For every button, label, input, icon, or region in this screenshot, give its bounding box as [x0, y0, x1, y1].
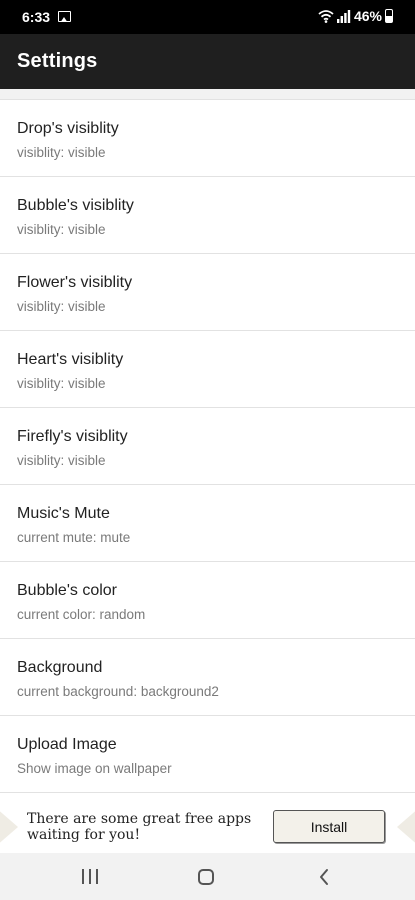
setting-summary: visiblity: visible — [17, 145, 106, 160]
setting-title: Music's Mute — [17, 505, 110, 522]
ad-banner[interactable]: There are some great free apps waiting f… — [0, 801, 415, 853]
setting-summary: visiblity: visible — [17, 376, 106, 391]
ad-decoration — [397, 801, 415, 853]
setting-summary: current background: background2 — [17, 684, 219, 699]
ad-text: There are some great free apps waiting f… — [27, 811, 252, 843]
settings-list: Drop's visiblity visiblity: visible Bubb… — [0, 99, 415, 793]
wifi-icon — [318, 10, 334, 23]
setting-music-mute[interactable]: Music's Mute current mute: mute — [0, 485, 415, 562]
back-icon[interactable] — [318, 868, 332, 886]
app-bar: Settings — [0, 34, 415, 89]
setting-title: Bubble's visiblity — [17, 197, 134, 214]
recent-apps-icon[interactable] — [82, 869, 98, 884]
page-title: Settings — [17, 50, 98, 72]
setting-flower-visibility[interactable]: Flower's visiblity visiblity: visible — [0, 254, 415, 331]
setting-title: Heart's visiblity — [17, 351, 124, 368]
setting-title: Upload Image — [17, 736, 117, 753]
signal-icon — [336, 9, 351, 23]
setting-upload-image[interactable]: Upload Image Show image on wallpaper — [0, 716, 415, 793]
setting-heart-visibility[interactable]: Heart's visiblity visiblity: visible — [0, 331, 415, 408]
install-button[interactable]: Install — [273, 810, 385, 843]
setting-summary: current mute: mute — [17, 530, 131, 545]
setting-summary: visiblity: visible — [17, 299, 106, 314]
setting-bubble-visibility[interactable]: Bubble's visiblity visiblity: visible — [0, 177, 415, 254]
image-notification-icon — [58, 11, 71, 22]
setting-title: Bubble's color — [17, 582, 117, 599]
setting-firefly-visibility[interactable]: Firefly's visiblity visiblity: visible — [0, 408, 415, 485]
battery-percentage: 46% — [353, 8, 382, 24]
settings-screen: 6:33 46% Settings Drop's visiblity visib… — [0, 0, 415, 900]
status-indicators: 46% — [318, 8, 393, 24]
setting-drop-visibility[interactable]: Drop's visiblity visiblity: visible — [0, 100, 415, 177]
setting-summary: visiblity: visible — [17, 222, 106, 237]
setting-summary: Show image on wallpaper — [17, 761, 172, 776]
status-time: 6:33 — [22, 9, 51, 25]
app-bar-divider — [0, 89, 415, 99]
setting-title: Drop's visiblity — [17, 120, 119, 137]
setting-summary: visiblity: visible — [17, 453, 106, 468]
battery-icon — [385, 9, 393, 23]
setting-background[interactable]: Background current background: backgroun… — [0, 639, 415, 716]
home-icon[interactable] — [198, 869, 214, 885]
setting-title: Background — [17, 659, 103, 676]
setting-title: Firefly's visiblity — [17, 428, 128, 445]
ad-decoration — [0, 801, 18, 853]
setting-title: Flower's visiblity — [17, 274, 133, 291]
status-bar: 6:33 46% — [0, 0, 415, 34]
navigation-bar — [0, 853, 415, 900]
setting-summary: current color: random — [17, 607, 146, 622]
setting-bubble-color[interactable]: Bubble's color current color: random — [0, 562, 415, 639]
